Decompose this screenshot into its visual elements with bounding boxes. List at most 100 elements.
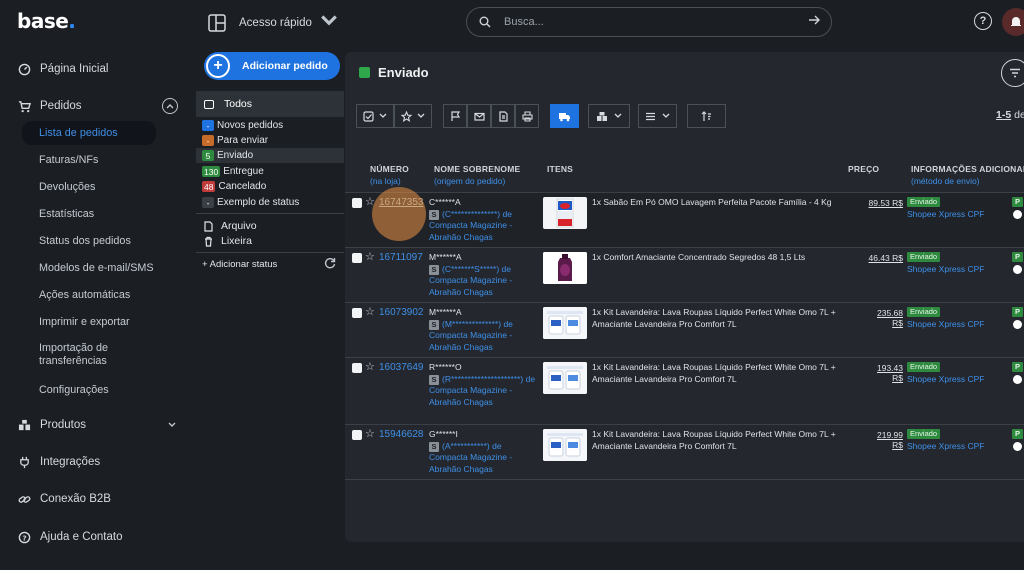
column-header-info[interactable]: INFORMAÇÕES ADICIONAIS (método de envio) [911, 164, 1024, 188]
order-origin-code[interactable]: (A***********) [442, 441, 490, 451]
star-icon[interactable]: ☆ [365, 250, 375, 263]
sidebar-sub-settings[interactable]: Configurações [22, 378, 156, 402]
sidebar-sub-order-list[interactable]: Lista de pedidos [22, 121, 156, 145]
pagination-range[interactable]: 1-5 [996, 109, 1011, 121]
svg-text:?: ? [22, 533, 26, 542]
sidebar-item-integrations[interactable]: Integrações [0, 449, 196, 475]
sidebar-sub-import-transfers[interactable]: Importação de transferências [22, 340, 156, 370]
shipping-method-link[interactable]: Shopee Xpress CPF [907, 441, 984, 451]
flag-button[interactable] [443, 104, 467, 128]
table-row[interactable]: ☆ 16747353 C******A S (C**************) d… [345, 187, 1024, 247]
sidebar-sub-statistics[interactable]: Estatísticas [22, 202, 156, 226]
shipping-method-link[interactable]: Shopee Xpress CPF [907, 374, 984, 384]
product-thumbnail[interactable] [543, 307, 587, 339]
search-input[interactable]: Busca... [466, 7, 832, 37]
star-icon[interactable]: ☆ [365, 195, 375, 208]
star-icon[interactable]: ☆ [365, 360, 375, 373]
mail-icon [473, 112, 485, 121]
row-checkbox[interactable] [352, 198, 362, 208]
sidebar-sub-invoices[interactable]: Faturas/NFs [22, 148, 156, 172]
product-thumbnail[interactable] [543, 252, 587, 284]
add-status-link[interactable]: + Adicionar status [202, 259, 277, 270]
sidebar-item-help[interactable]: ? Ajuda e Contato [0, 524, 196, 550]
shipping-method-link[interactable]: Shopee Xpress CPF [907, 209, 984, 219]
sidebar-sub-returns[interactable]: Devoluções [22, 175, 156, 199]
column-subheader: (método de envio) [911, 175, 980, 186]
shipping-method-link[interactable]: Shopee Xpress CPF [907, 319, 984, 329]
row-checkbox[interactable] [352, 363, 362, 373]
filter-trash[interactable]: Lixeira [204, 235, 252, 247]
order-price[interactable]: 219.99 R$ [865, 430, 903, 450]
status-filter-new[interactable]: - Novos pedidos [202, 118, 342, 133]
order-price[interactable]: 193.43 R$ [865, 363, 903, 383]
warehouse-dropdown[interactable] [588, 104, 630, 128]
column-header-number[interactable]: NÚMERO (na loja) [370, 164, 409, 188]
row-checkbox[interactable] [352, 253, 362, 263]
sidebar-sub-print-export[interactable]: Imprimir e exportar [22, 310, 156, 334]
sidebar-sub-automatic-actions[interactable]: Ações automáticas [22, 283, 156, 307]
filter-icon[interactable] [1001, 59, 1024, 87]
order-price[interactable]: 46.43 R$ [865, 253, 904, 263]
order-origin-code[interactable]: (M**************) [442, 319, 501, 329]
order-origin-code[interactable]: (R*********************) [442, 374, 523, 384]
status-badge: Enviado [907, 252, 941, 262]
quick-access-button[interactable]: Acesso rápido [208, 12, 351, 33]
app-logo[interactable]: base. [17, 9, 76, 33]
star-icon[interactable]: ☆ [365, 305, 375, 318]
order-number-link[interactable]: 16073902 [379, 307, 424, 318]
order-number-link[interactable]: 16037649 [379, 362, 424, 373]
product-thumbnail[interactable] [543, 197, 587, 229]
sidebar-item-products[interactable]: Produtos [0, 412, 196, 438]
table-row[interactable]: ☆ 16037649 R******O S (R*****************… [345, 357, 1024, 424]
order-number-link[interactable]: 16747353 [379, 197, 424, 208]
table-row[interactable]: ☆ 15946628 G******I S (A***********) de C… [345, 424, 1024, 480]
status-filter-cancelled[interactable]: 48 Cancelado [202, 179, 342, 194]
sidebar-sub-order-status[interactable]: Status dos pedidos [22, 229, 156, 253]
order-number-link[interactable]: 15946628 [379, 429, 424, 440]
filter-all[interactable]: Todos [196, 91, 344, 117]
arrow-right-icon[interactable] [808, 14, 821, 29]
product-thumbnail[interactable] [543, 429, 587, 461]
table-row[interactable]: ☆ 16073902 M******A S (M**************) d… [345, 302, 1024, 357]
email-button[interactable] [467, 104, 491, 128]
row-checkbox[interactable] [352, 308, 362, 318]
select-all-dropdown[interactable] [356, 104, 394, 128]
row-checkbox[interactable] [352, 430, 362, 440]
help-icon[interactable]: ? [974, 12, 992, 30]
shipping-button[interactable] [550, 104, 579, 128]
refresh-icon[interactable] [324, 257, 336, 272]
star-icon[interactable]: ☆ [365, 427, 375, 440]
cart-icon [17, 99, 31, 113]
print-button[interactable] [515, 104, 539, 128]
sidebar-item-home[interactable]: Página Inicial [0, 56, 196, 82]
filter-archive[interactable]: Arquivo [204, 220, 257, 232]
sort-button[interactable] [687, 104, 726, 128]
bell-icon[interactable] [1002, 8, 1024, 36]
product-thumbnail[interactable] [543, 362, 587, 394]
status-filter-to-send[interactable]: - Para enviar [202, 133, 342, 148]
order-origin-code[interactable]: (C*******S*****) [442, 264, 499, 274]
panel-header: Enviado [345, 52, 1024, 94]
truck-icon [559, 112, 570, 121]
column-header-price[interactable]: PREÇO [848, 164, 879, 176]
status-filter-example[interactable]: - Exemplo de status [202, 195, 342, 210]
order-price[interactable]: 89.53 R$ [865, 198, 904, 208]
star-dropdown[interactable] [394, 104, 432, 128]
order-number-link[interactable]: 16711097 [379, 252, 423, 263]
collapse-icon[interactable] [162, 98, 178, 114]
sidebar-item-orders[interactable]: Pedidos [0, 93, 196, 119]
sidebar-sub-email-templates[interactable]: Modelos de e-mail/SMS [22, 256, 156, 280]
table-row[interactable]: ☆ 16711097 M******A S (C*******S*****) de… [345, 247, 1024, 302]
add-order-button[interactable]: + Adicionar pedido [204, 52, 340, 80]
filter-archive-label: Arquivo [221, 220, 257, 232]
sidebar-item-b2b[interactable]: Conexão B2B [0, 486, 196, 512]
status-filter-delivered[interactable]: 130 Entregue [202, 164, 342, 179]
order-origin-code[interactable]: (C**************) [442, 209, 500, 219]
order-price[interactable]: 235.68 R$ [865, 308, 903, 328]
list-menu-dropdown[interactable] [638, 104, 677, 128]
column-header-name[interactable]: NOME SOBRENOME (origem do pedido) [434, 164, 520, 188]
status-filter-sent[interactable]: 5 Enviado [196, 148, 344, 163]
shipping-method-link[interactable]: Shopee Xpress CPF [907, 264, 984, 274]
document-button[interactable] [491, 104, 515, 128]
column-header-items[interactable]: ITENS [547, 164, 573, 176]
